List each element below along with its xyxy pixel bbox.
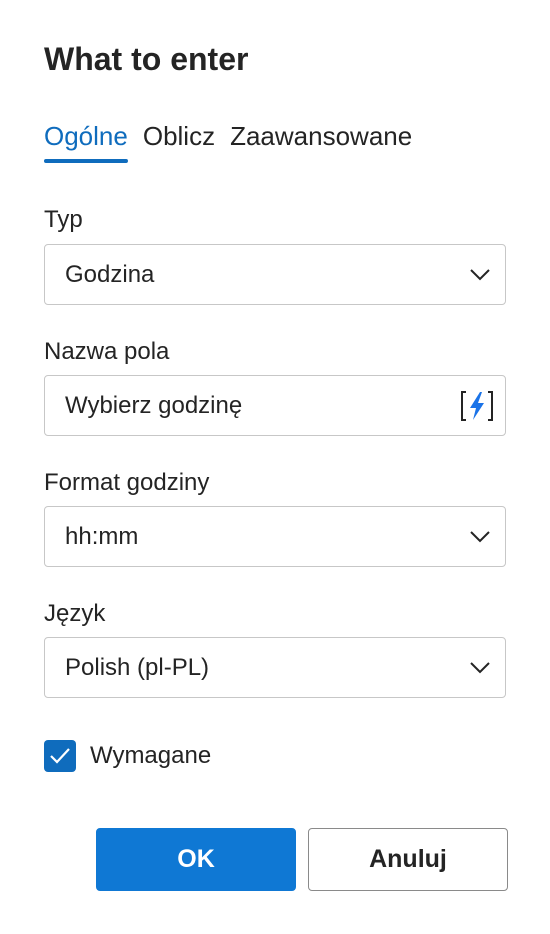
dialog-title: What to enter (44, 41, 249, 77)
field-name-input[interactable]: Wybierz godzinę (44, 375, 506, 436)
tab-general[interactable]: Ogólne (44, 118, 128, 163)
language-dropdown-value: Polish (pl-PL) (65, 653, 210, 681)
dialog: What to enter Ogólne Oblicz Zaawansowane… (0, 0, 550, 934)
type-dropdown-value: Godzina (65, 260, 155, 288)
required-checkbox[interactable] (44, 740, 76, 772)
language-label: Język (44, 600, 106, 627)
type-label: Typ (44, 206, 83, 233)
chevron-down-icon (469, 526, 491, 548)
tab-advanced[interactable]: Zaawansowane (230, 118, 412, 162)
checkmark-icon (50, 748, 70, 764)
required-checkbox-row: Wymagane (44, 740, 211, 772)
field-name-input-value: Wybierz godzinę (65, 391, 243, 419)
tab-calculate[interactable]: Oblicz (143, 118, 215, 162)
time-format-dropdown-value: hh:mm (65, 522, 139, 550)
chevron-down-icon (469, 657, 491, 679)
cancel-button[interactable]: Anuluj (308, 828, 508, 891)
time-format-dropdown[interactable]: hh:mm (44, 506, 506, 567)
ok-button[interactable]: OK (96, 828, 296, 891)
time-format-label: Format godziny (44, 469, 210, 496)
tab-list: Ogólne Oblicz Zaawansowane (44, 118, 412, 163)
type-dropdown[interactable]: Godzina (44, 244, 506, 305)
chevron-down-icon (469, 264, 491, 286)
dynamic-content-lightning-icon[interactable] (459, 388, 495, 424)
field-name-label: Nazwa pola (44, 338, 170, 365)
language-dropdown[interactable]: Polish (pl-PL) (44, 637, 506, 698)
required-checkbox-label[interactable]: Wymagane (90, 742, 211, 770)
